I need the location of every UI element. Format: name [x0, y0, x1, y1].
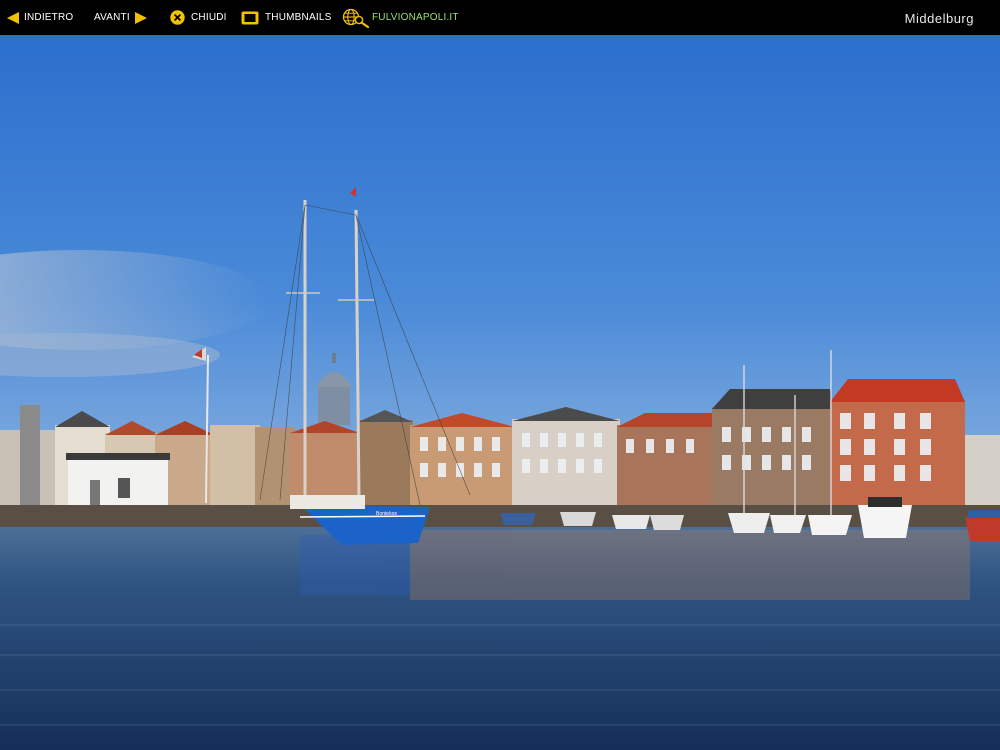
globe-search-icon	[342, 8, 370, 28]
close-label: CHIUDI	[191, 12, 227, 23]
thumbnail-square-icon	[241, 11, 259, 24]
harbor-photo: Bontekoe	[0, 35, 1000, 750]
site-label: FULVIONAPOLI.IT	[372, 12, 459, 23]
back-button[interactable]: INDIETRO	[6, 0, 73, 35]
arrow-right-icon	[134, 11, 147, 24]
thumbnails-button[interactable]: THUMBNAILS	[241, 0, 331, 35]
forward-button[interactable]: AVANTI	[94, 0, 148, 35]
arrow-left-icon	[7, 11, 19, 24]
forward-label: AVANTI	[94, 12, 130, 23]
top-toolbar: INDIETRO AVANTI CHIUDI THUMBNAILS FULVIO…	[0, 0, 1000, 35]
boat-name: Bontekoe	[376, 511, 397, 517]
site-link[interactable]: FULVIONAPOLI.IT	[342, 0, 459, 35]
gallery-title: Middelburg	[904, 11, 974, 26]
close-button[interactable]: CHIUDI	[170, 0, 227, 35]
close-x-icon	[170, 10, 185, 25]
thumbnails-label: THUMBNAILS	[265, 12, 332, 23]
back-label: INDIETRO	[24, 12, 74, 23]
